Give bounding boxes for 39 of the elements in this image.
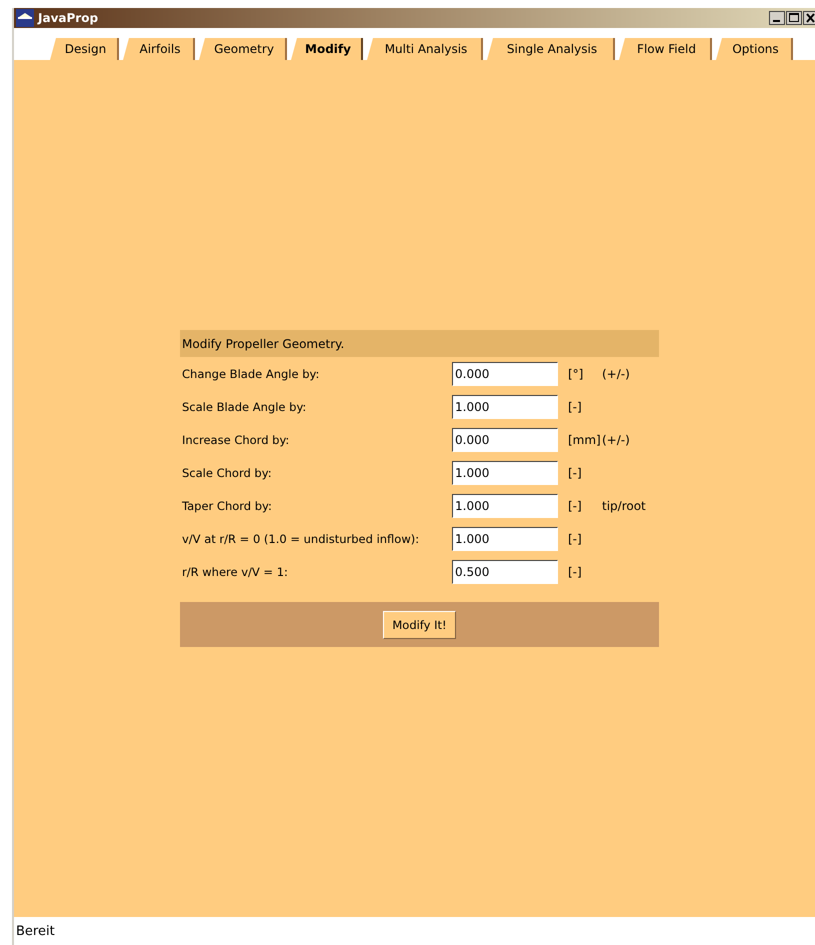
field-label: Scale Chord by:	[181, 466, 273, 480]
unit-label: [-]	[568, 532, 583, 546]
maximize-icon[interactable]	[786, 11, 802, 25]
window-title: JavaProp	[38, 11, 100, 25]
field-label: Taper Chord by:	[181, 498, 273, 512]
unit-label: [°]	[568, 366, 584, 380]
unit-label: [-]	[568, 466, 583, 480]
tab[interactable]: Design	[50, 38, 119, 60]
tab[interactable]: Geometry	[199, 38, 287, 60]
tab[interactable]: Single Analysis	[487, 38, 615, 60]
field-label: v/V at r/R = 0 (1.0 = undisturbed inflow):	[181, 532, 420, 546]
modify-button[interactable]: Modify It!	[383, 610, 456, 638]
input-field[interactable]: 1.000	[452, 526, 558, 550]
note-label: (+/-)	[602, 366, 630, 380]
input-field[interactable]: 0.500	[452, 560, 558, 584]
app-icon	[16, 9, 34, 27]
field-label: Change Blade Angle by:	[181, 366, 320, 380]
field-label: r/R where v/V = 1:	[181, 564, 289, 578]
note-label: tip/root	[602, 498, 646, 512]
unit-label: [-]	[568, 498, 583, 512]
input-field[interactable]: 1.000	[452, 394, 558, 418]
input-field[interactable]: 1.000	[452, 494, 558, 518]
field-label: Increase Chord by:	[181, 432, 290, 446]
tab[interactable]: Multi Analysis	[367, 38, 483, 60]
tab[interactable]: Options	[716, 38, 793, 60]
section-header: Modify Propeller Geometry.	[180, 330, 659, 357]
tab[interactable]: Flow Field	[619, 38, 712, 60]
unit-label: [-]	[568, 400, 583, 414]
input-field[interactable]: 1.000	[452, 460, 558, 484]
unit-label: [mm]	[568, 432, 598, 446]
note-label: (+/-)	[602, 432, 630, 446]
tab[interactable]: Airfoils	[123, 38, 195, 60]
close-icon[interactable]	[803, 11, 815, 25]
minimize-icon[interactable]	[769, 11, 785, 25]
tab[interactable]: Modify	[291, 38, 363, 60]
field-label: Scale Blade Angle by:	[181, 400, 308, 414]
input-field[interactable]: 0.000	[452, 428, 558, 452]
unit-label: [-]	[568, 564, 583, 578]
input-field[interactable]: 0.000	[452, 362, 558, 386]
